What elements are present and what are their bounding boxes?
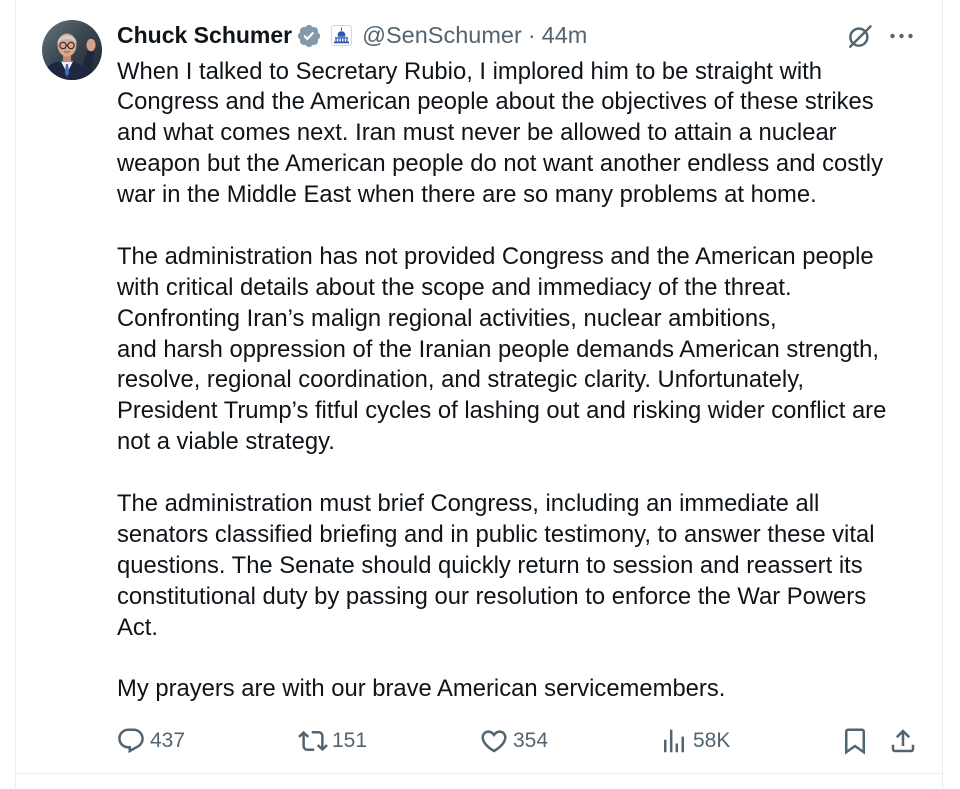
repost-count: 151 [332,729,368,752]
tweet-paragraph: The administration has not provided Cong… [117,242,886,458]
like-button[interactable]: 354 [479,726,548,756]
like-icon [479,726,509,756]
views-icon [659,726,689,756]
tweet-text-line: resolve, regional coordination, and stra… [117,366,804,394]
tweet-text-line: Congress and the American people about t… [117,88,874,116]
tweet-text-line: war in the Middle East when there are so… [117,181,817,209]
tweet-text-line: The administration has not provided Cong… [117,242,874,270]
tweet-text-line: and harsh oppression of the Iranian peop… [117,335,879,363]
tweet-paragraph: My prayers are with our brave American s… [117,674,886,705]
reply-count: 437 [150,729,186,752]
tweet-header: Chuck Schumer @SenSchumer · 44m [117,20,587,51]
bookmark-button[interactable] [840,726,870,756]
post-timestamp[interactable]: 44m [542,20,588,51]
avatar[interactable] [42,20,102,80]
tweet-text-line: When I talked to Secretary Rubio, I impl… [117,57,822,85]
like-count: 354 [513,729,549,752]
reply-button[interactable]: 437 [116,726,185,756]
tweet-text-line: questions. The Senate should quickly ret… [117,551,863,579]
tweet-divider [15,773,943,774]
grok-icon[interactable] [846,22,874,50]
tweet-text-line: weapon but the American people do not wa… [117,150,883,178]
tweet-text-line: Act. [117,613,158,641]
author-meta: @SenSchumer · 44m [362,20,587,51]
tweet-paragraph: When I talked to Secretary Rubio, I impl… [117,57,886,211]
tweet-text-line: Confronting Iran’s malign regional activ… [117,304,777,332]
capitol-icon[interactable] [331,25,353,46]
tweet-text-line: President Trump’s fitful cycles of lashi… [117,397,887,425]
share-button[interactable] [888,726,918,756]
author-handle[interactable]: @SenSchumer [362,20,522,51]
views-count: 58K [693,729,731,752]
tweet-text-line: senators classified briefing and in publ… [117,520,875,548]
share-icon [888,726,918,756]
author-name[interactable]: Chuck Schumer [117,20,292,51]
tweet-text-line: and what comes next. Iran must never be … [117,119,837,147]
verified-badge-icon[interactable] [296,23,322,49]
more-icon[interactable] [888,22,916,50]
views-button[interactable]: 58K [659,726,730,756]
tweet-text-line: constitutional duty by passing our resol… [117,582,867,610]
tweet-text-line: with critical details about the scope an… [117,273,792,301]
tweet-text: When I talked to Secretary Rubio, I impl… [117,57,886,706]
repost-button[interactable]: 151 [298,726,367,756]
reply-icon [116,726,146,756]
repost-icon [298,726,328,756]
handle-time-separator: · [527,22,536,48]
tweet-text-line: not a viable strategy. [117,428,335,456]
bookmark-icon [840,726,870,756]
tweet-text-line: The administration must brief Congress, … [117,489,820,517]
tweet-text-line: My prayers are with our brave American s… [117,675,726,703]
tweet-paragraph: The administration must brief Congress, … [117,489,886,643]
